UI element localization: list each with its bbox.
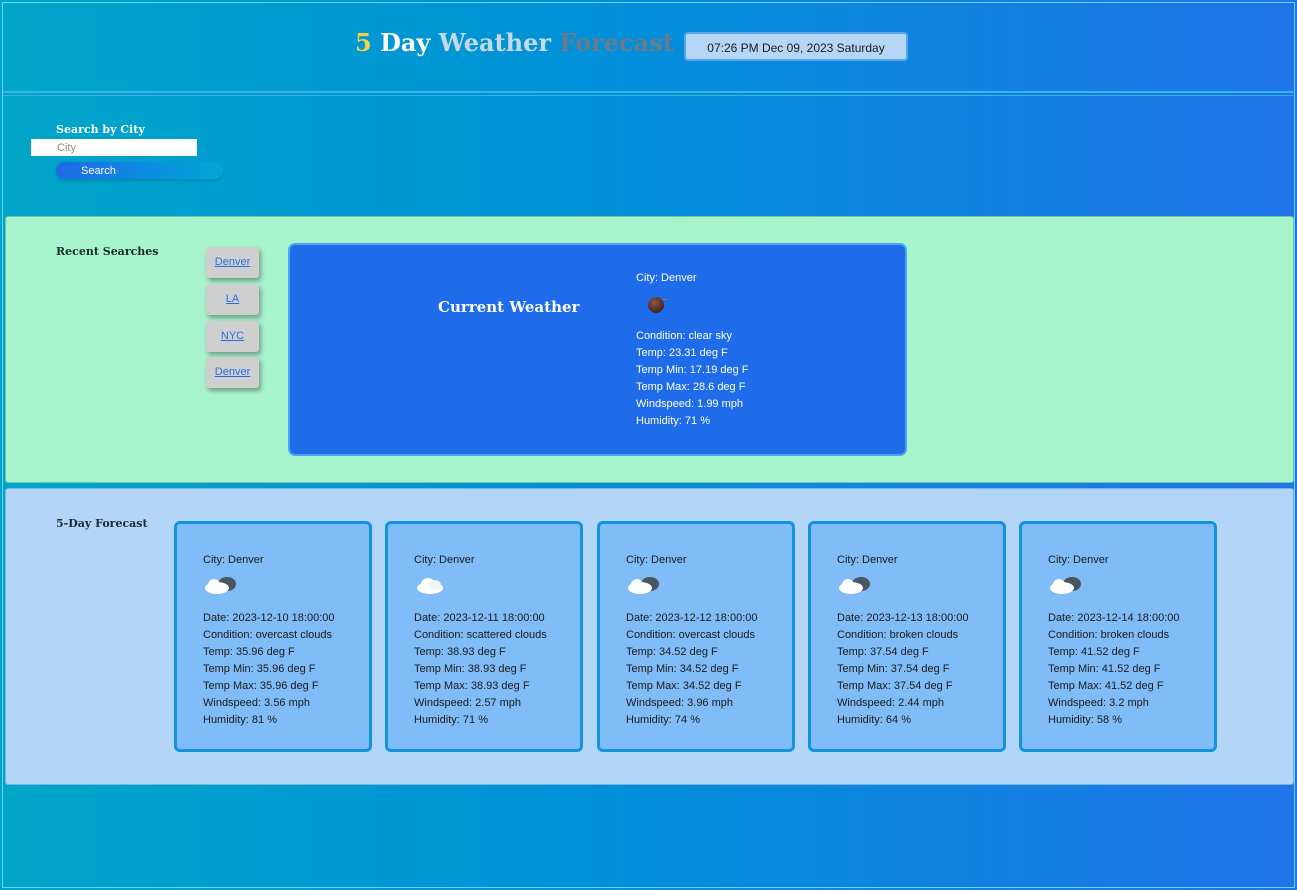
forecast-condition: Condition: broken clouds (1048, 629, 1170, 641)
broken-clouds-icon (837, 574, 877, 596)
forecast-windspeed: Windspeed: 3.2 mph (1048, 697, 1149, 709)
forecast-temp-min: Temp Min: 34.52 deg F (626, 663, 739, 675)
forecast-temp-min: Temp Min: 38.93 deg F (414, 663, 527, 675)
forecast-humidity: Humidity: 64 % (837, 714, 911, 726)
current-windspeed: Windspeed: 1.99 mph (636, 398, 744, 410)
forecast-windspeed: Windspeed: 3.96 mph (626, 697, 734, 709)
overcast-clouds-icon (626, 574, 666, 596)
search-label: Search by City (56, 123, 145, 136)
clear-night-icon (648, 297, 667, 313)
current-city: City: Denver (636, 272, 697, 284)
forecast-details: Date: 2023-12-14 18:00:00 Condition: bro… (1048, 610, 1180, 729)
forecast-windspeed: Windspeed: 2.44 mph (837, 697, 945, 709)
forecast-condition: Condition: broken clouds (837, 629, 959, 641)
current-condition: Condition: clear sky (636, 330, 732, 342)
forecast-date: Date: 2023-12-11 18:00:00 (414, 612, 545, 624)
scattered-clouds-icon (414, 574, 454, 596)
forecast-temp: Temp: 37.54 deg F (837, 646, 929, 658)
page-title: 5 Day Weather Forecast (355, 28, 674, 57)
forecast-details: Date: 2023-12-13 18:00:00 Condition: bro… (837, 610, 969, 729)
forecast-temp: Temp: 38.93 deg F (414, 646, 506, 658)
forecast-humidity: Humidity: 58 % (1048, 714, 1122, 726)
forecast-card: City: Denver Date: 2023-12-12 18:00:00 C… (597, 521, 795, 752)
current-weather-details: Condition: clear sky Temp: 23.31 deg F T… (636, 328, 749, 430)
recent-search-item[interactable]: LA (206, 284, 259, 315)
current-temp: Temp: 23.31 deg F (636, 347, 728, 359)
broken-clouds-icon (1048, 574, 1088, 596)
forecast-temp-min: Temp Min: 37.54 deg F (837, 663, 950, 675)
recent-search-item[interactable]: NYC (206, 321, 259, 352)
forecast-temp-min: Temp Min: 35.96 deg F (203, 663, 316, 675)
forecast-city: City: Denver (1048, 554, 1109, 566)
city-search-input[interactable] (31, 139, 197, 156)
recent-search-item[interactable]: Denver (206, 247, 259, 278)
forecast-details: Date: 2023-12-10 18:00:00 Condition: ove… (203, 610, 335, 729)
forecast-temp-max: Temp Max: 41.52 deg F (1048, 680, 1164, 692)
forecast-temp: Temp: 41.52 deg F (1048, 646, 1140, 658)
forecast-date: Date: 2023-12-13 18:00:00 (837, 612, 969, 624)
current-datetime: 07:26 PM Dec 09, 2023 Saturday (684, 32, 908, 61)
forecast-date: Date: 2023-12-10 18:00:00 (203, 612, 335, 624)
forecast-details: Date: 2023-12-11 18:00:00 Condition: sca… (414, 610, 547, 729)
forecast-details: Date: 2023-12-12 18:00:00 Condition: ove… (626, 610, 758, 729)
forecast-city: City: Denver (837, 554, 898, 566)
current-humidity: Humidity: 71 % (636, 415, 710, 427)
current-temp-max: Temp Max: 28.6 deg F (636, 381, 746, 393)
forecast-city: City: Denver (414, 554, 475, 566)
forecast-condition: Condition: overcast clouds (203, 629, 333, 641)
forecast-temp-max: Temp Max: 37.54 deg F (837, 680, 953, 692)
recent-searches-label: Recent Searches (56, 245, 159, 258)
title-part-weather: Weather (438, 28, 551, 57)
forecast-card: City: Denver Date: 2023-12-11 18:00:00 C… (385, 521, 583, 752)
overcast-clouds-icon (203, 574, 243, 596)
forecast-temp: Temp: 34.52 deg F (626, 646, 718, 658)
title-part-5: 5 (355, 28, 372, 57)
current-weather-card (288, 243, 907, 456)
forecast-windspeed: Windspeed: 2.57 mph (414, 697, 522, 709)
forecast-windspeed: Windspeed: 3.56 mph (203, 697, 311, 709)
forecast-temp-max: Temp Max: 35.96 deg F (203, 680, 319, 692)
forecast-temp-max: Temp Max: 34.52 deg F (626, 680, 742, 692)
recent-search-item[interactable]: Denver (206, 357, 259, 388)
forecast-temp: Temp: 35.96 deg F (203, 646, 295, 658)
title-part-day: Day (380, 28, 431, 57)
forecast-label: 5-Day Forecast (56, 517, 148, 530)
forecast-city: City: Denver (626, 554, 687, 566)
forecast-humidity: Humidity: 81 % (203, 714, 277, 726)
forecast-city: City: Denver (203, 554, 264, 566)
current-weather-title: Current Weather (438, 298, 580, 316)
forecast-card: City: Denver Date: 2023-12-14 18:00:00 C… (1019, 521, 1217, 752)
forecast-temp-min: Temp Min: 41.52 deg F (1048, 663, 1161, 675)
current-temp-min: Temp Min: 17.19 deg F (636, 364, 749, 376)
forecast-date: Date: 2023-12-14 18:00:00 (1048, 612, 1180, 624)
forecast-humidity: Humidity: 74 % (626, 714, 700, 726)
forecast-card: City: Denver Date: 2023-12-10 18:00:00 C… (174, 521, 372, 752)
forecast-condition: Condition: scattered clouds (414, 629, 547, 641)
forecast-condition: Condition: overcast clouds (626, 629, 756, 641)
title-part-forecast: Forecast (559, 28, 674, 57)
forecast-card: City: Denver Date: 2023-12-13 18:00:00 C… (808, 521, 1006, 752)
search-button[interactable]: Search (56, 162, 223, 179)
forecast-temp-max: Temp Max: 38.93 deg F (414, 680, 530, 692)
forecast-date: Date: 2023-12-12 18:00:00 (626, 612, 758, 624)
forecast-humidity: Humidity: 71 % (414, 714, 488, 726)
